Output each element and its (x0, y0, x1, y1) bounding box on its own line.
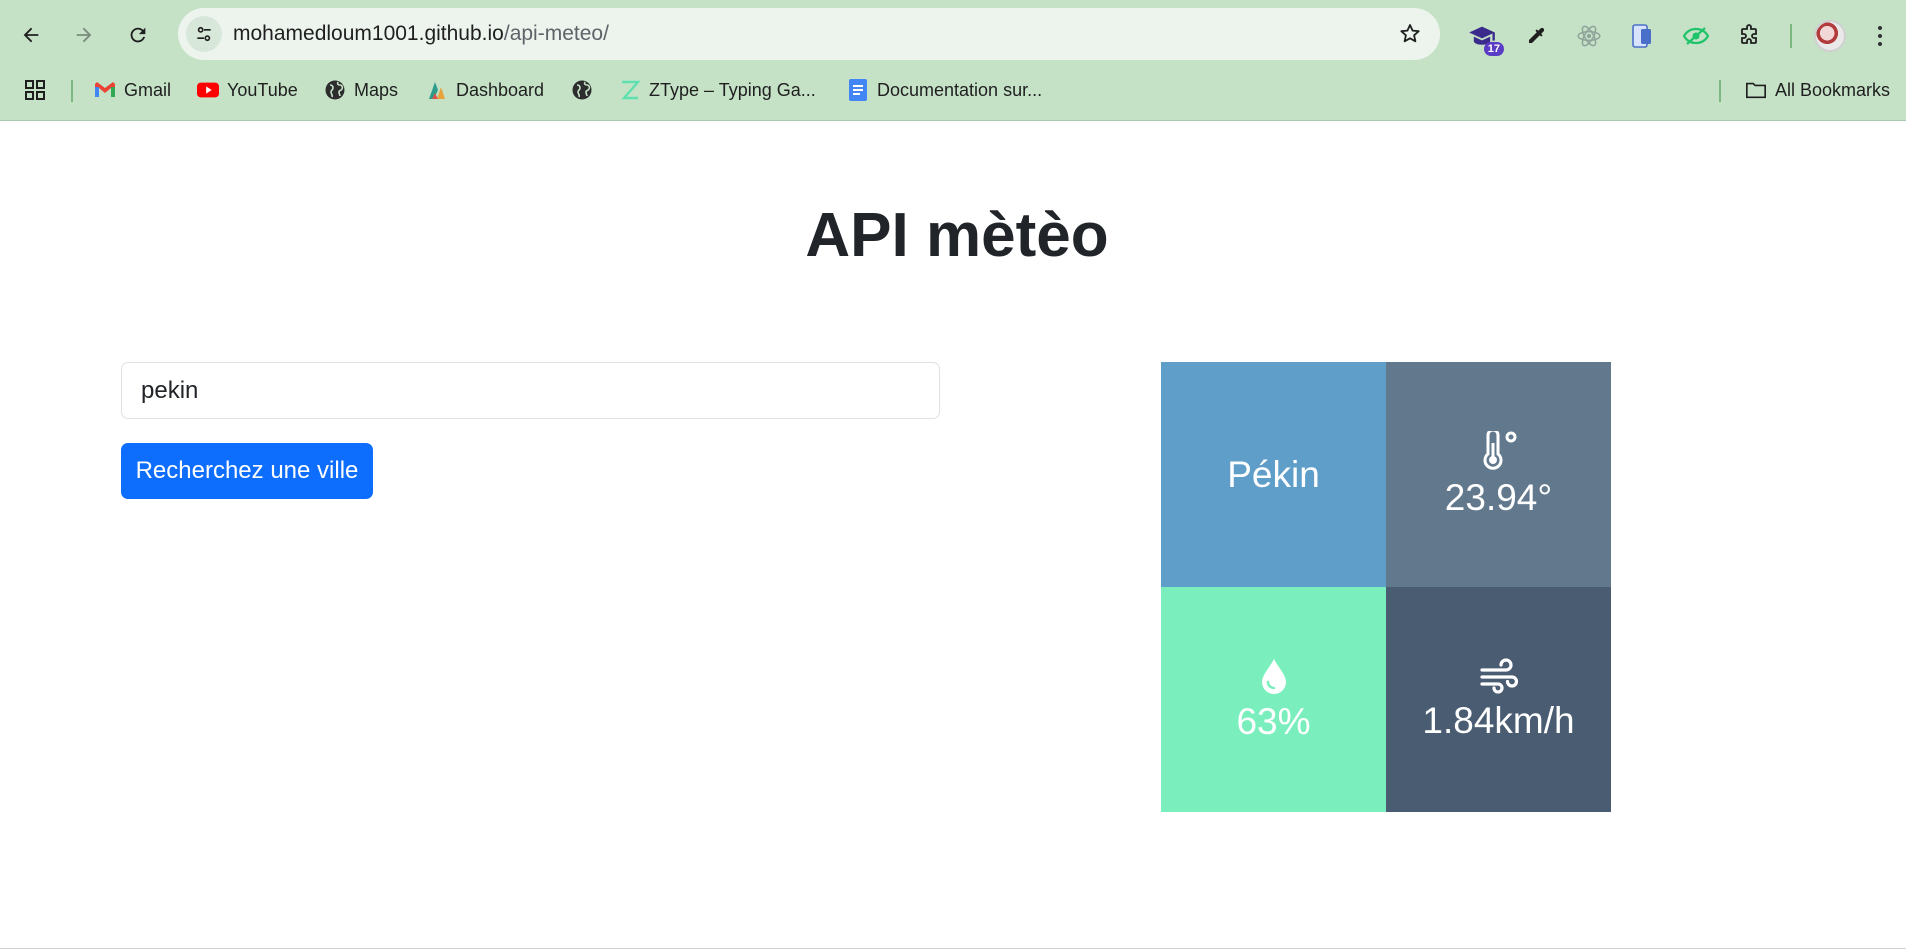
bookmark-label: Dashboard (456, 79, 545, 100)
bookmark-label: Gmail (124, 79, 172, 100)
arrow-right-icon (76, 27, 92, 43)
humidity-tile: 63% (1161, 587, 1386, 812)
react-atom-icon (1577, 25, 1601, 47)
wind-icon (1479, 657, 1518, 694)
document-icon (847, 79, 869, 101)
all-bookmarks-button[interactable]: All Bookmarks (1745, 76, 1890, 104)
address-bar[interactable]: mohamedloum1001.github.io/api-meteo/ (178, 8, 1440, 60)
globe-icon (571, 79, 593, 101)
bookmark-label: YouTube (227, 79, 298, 100)
puzzle-icon (1741, 24, 1757, 44)
forward-button[interactable] (67, 18, 101, 52)
browser-menu-button[interactable] (1870, 20, 1890, 52)
bookmark-separator (1719, 80, 1721, 102)
url-text[interactable]: mohamedloum1001.github.io/api-meteo/ (233, 22, 609, 46)
url-host: mohamedloum1001.github.io (233, 22, 504, 45)
page-title: API mètèo (805, 201, 1109, 270)
extension-eyedropper[interactable] (1520, 20, 1552, 52)
apps-grid-icon (24, 79, 46, 101)
dashboard-icon (426, 79, 448, 101)
bookmark-documentation[interactable]: Documentation sur... (847, 76, 1042, 104)
bookmark-star-button[interactable] (1396, 20, 1424, 48)
bookmark-maps[interactable]: Maps (324, 76, 398, 104)
all-bookmarks-label: All Bookmarks (1775, 79, 1891, 100)
globe-icon (324, 79, 346, 101)
wind-tile: 1.84km/h (1386, 587, 1611, 812)
url-path: /api-meteo/ (503, 22, 609, 45)
water-drop-icon (1261, 658, 1286, 694)
folder-icon (1745, 79, 1767, 101)
browser-toolbar: mohamedloum1001.github.io/api-meteo/ 17 (0, 8, 1906, 61)
browser-chrome: mohamedloum1001.github.io/api-meteo/ 17 (0, 0, 1906, 121)
extension-react[interactable] (1573, 20, 1605, 52)
youtube-icon (197, 79, 219, 101)
city-name: Pékin (1227, 453, 1320, 495)
bookmark-dashboard[interactable]: Dashboard (426, 76, 544, 104)
device-icon (1632, 24, 1651, 48)
bookmark-gmail[interactable]: Gmail (94, 76, 171, 104)
bookmark-separator (71, 80, 73, 102)
extension-graduation[interactable]: 17 (1466, 20, 1504, 56)
humidity-value: 63% (1236, 700, 1311, 742)
extension-eye[interactable] (1680, 20, 1712, 52)
ztype-icon (619, 79, 641, 101)
toolbar-separator (1790, 24, 1792, 48)
star-icon (1400, 24, 1420, 43)
bookmark-youtube[interactable]: YouTube (197, 76, 298, 104)
bookmark-label: Maps (354, 79, 399, 100)
bookmark-ztype[interactable]: ZType – Typing Ga... (619, 76, 816, 104)
extension-responsive[interactable] (1626, 20, 1658, 52)
extension-badge: 17 (1483, 42, 1504, 56)
temperature-tile: 23.94° (1386, 362, 1611, 587)
tune-icon (197, 26, 211, 42)
search-city-button[interactable]: Recherchez une ville (121, 443, 373, 499)
bookmarks-bar: Gmail YouTube Maps Dashboard ZType – Typ… (0, 72, 1906, 108)
back-button[interactable] (14, 18, 48, 52)
site-info-button[interactable] (186, 16, 222, 52)
bookmark-label: ZType – Typing Ga... (649, 79, 816, 100)
temperature-value: 23.94° (1444, 476, 1553, 518)
eye-slash-icon (1682, 27, 1710, 45)
bookmark-globe[interactable] (571, 76, 601, 104)
profile-avatar[interactable] (1814, 20, 1846, 52)
extensions-button[interactable] (1734, 20, 1766, 52)
weather-grid: Pékin 23.94° 63% 1.84km/h (1161, 362, 1611, 812)
reload-icon (130, 27, 146, 43)
apps-button[interactable] (24, 76, 46, 104)
city-tile: Pékin (1161, 362, 1386, 587)
city-search-input[interactable] (121, 362, 940, 419)
arrow-left-icon (23, 27, 39, 43)
bookmark-label: Documentation sur... (877, 79, 1043, 100)
thermometer-icon (1483, 430, 1516, 470)
page-content: API mètèo Recherchez une ville Pékin 23.… (0, 122, 1906, 949)
wind-value: 1.84km/h (1422, 699, 1575, 741)
reload-button[interactable] (121, 18, 155, 52)
gmail-icon (94, 79, 116, 101)
eyedropper-icon (1529, 27, 1545, 43)
